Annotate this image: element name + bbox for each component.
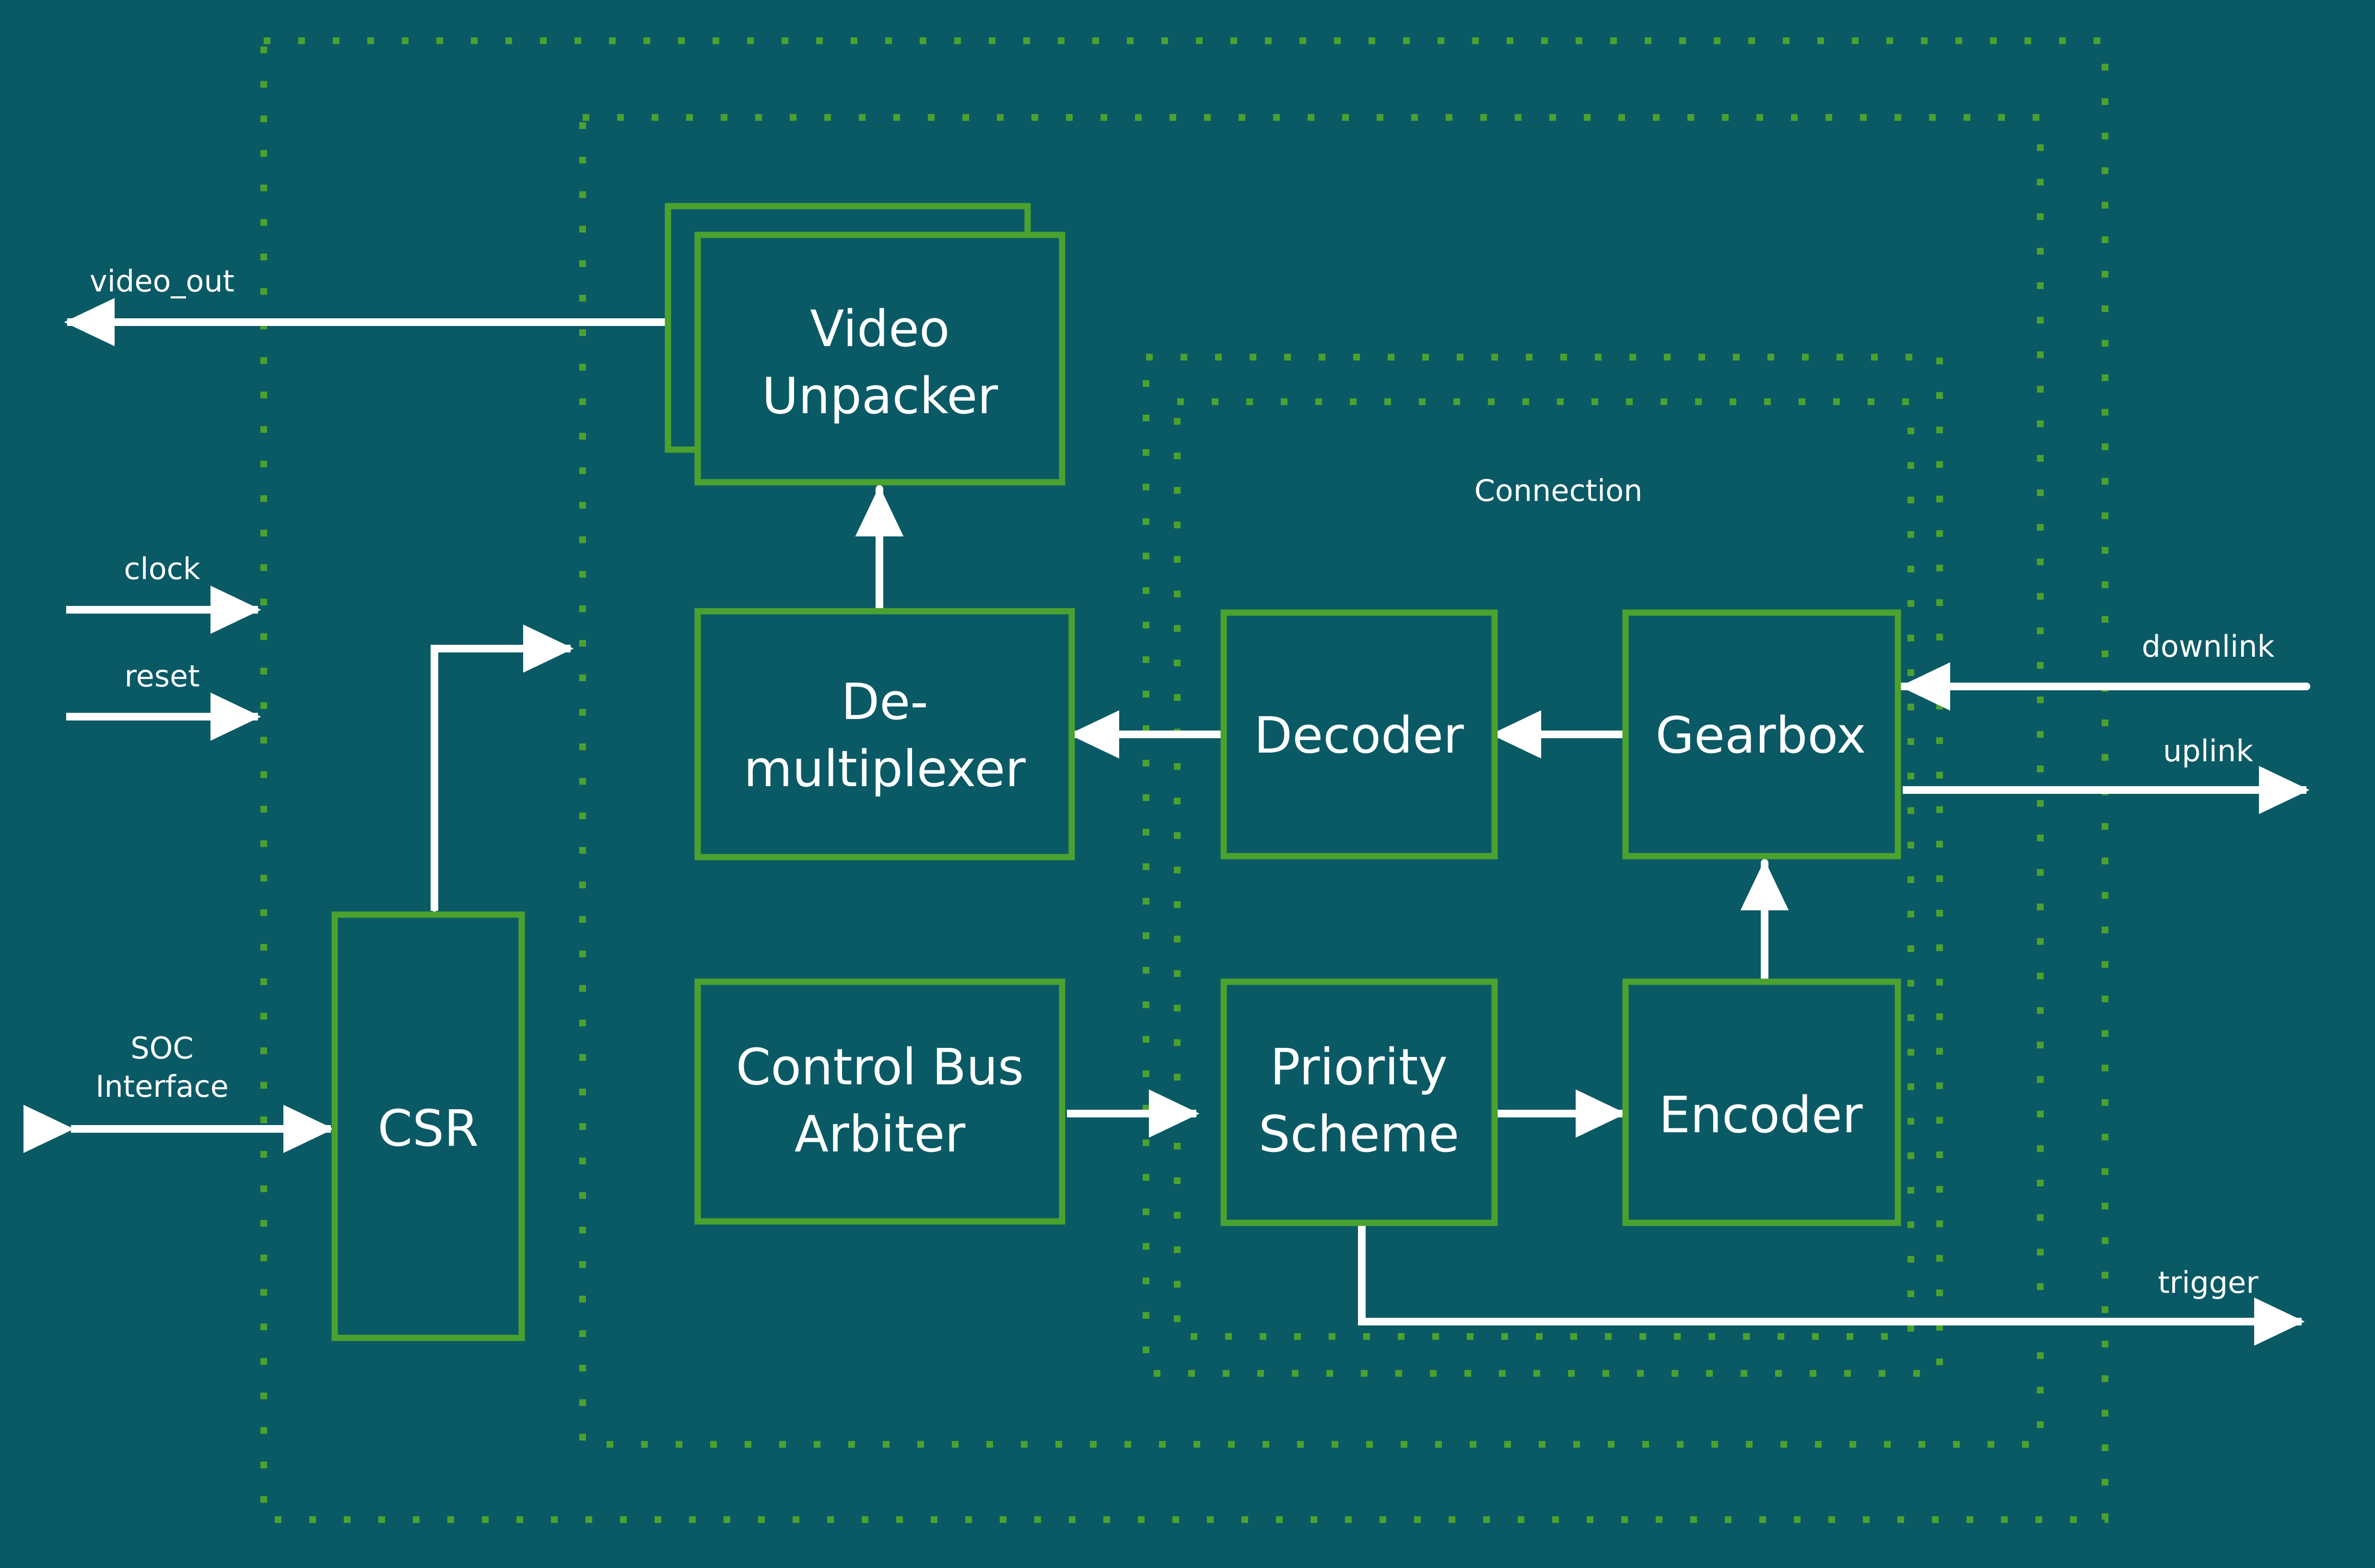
io-label-video-out: video_out <box>90 264 234 299</box>
block-label-decoder: Decoder <box>1254 706 1464 765</box>
block-label-gearbox: Gearbox <box>1655 706 1866 765</box>
diagram-canvas: Connection Video Unpacker De- multiplexe… <box>0 0 2375 1568</box>
io-label-reset: reset <box>124 659 199 694</box>
io-label-trigger: trigger <box>2158 1265 2258 1300</box>
io-label-clock: clock <box>124 551 200 586</box>
block-label-priority-line2: Scheme <box>1259 1105 1459 1163</box>
group-label-connection: Connection <box>1474 473 1643 508</box>
block-label-demux-line1: De- <box>841 673 928 731</box>
block-demultiplexer[interactable] <box>694 608 1075 860</box>
block-label-arbiter-line2: Arbiter <box>795 1105 966 1163</box>
block-label-priority-line1: Priority <box>1270 1038 1448 1096</box>
block-video-unpacker[interactable] <box>694 232 1065 486</box>
io-label-soc-interface-line1: SOC <box>130 1031 193 1066</box>
block-label-arbiter-line1: Control Bus <box>736 1038 1024 1096</box>
block-label-video-unpacker-line2: Unpacker <box>762 367 998 425</box>
io-label-uplink: uplink <box>2163 733 2253 768</box>
block-diagram-svg: Connection Video Unpacker De- multiplexe… <box>0 0 2375 1568</box>
block-label-encoder: Encoder <box>1659 1086 1862 1144</box>
block-label-csr: CSR <box>378 1099 479 1158</box>
block-label-video-unpacker-line1: Video <box>810 300 949 358</box>
block-label-demux-line2: multiplexer <box>744 740 1026 798</box>
block-control-bus-arbiter[interactable] <box>694 978 1065 1225</box>
io-label-soc-interface-line2: Interface <box>95 1069 229 1104</box>
io-label-downlink: downlink <box>2142 629 2275 664</box>
block-priority-scheme[interactable] <box>1220 978 1498 1226</box>
